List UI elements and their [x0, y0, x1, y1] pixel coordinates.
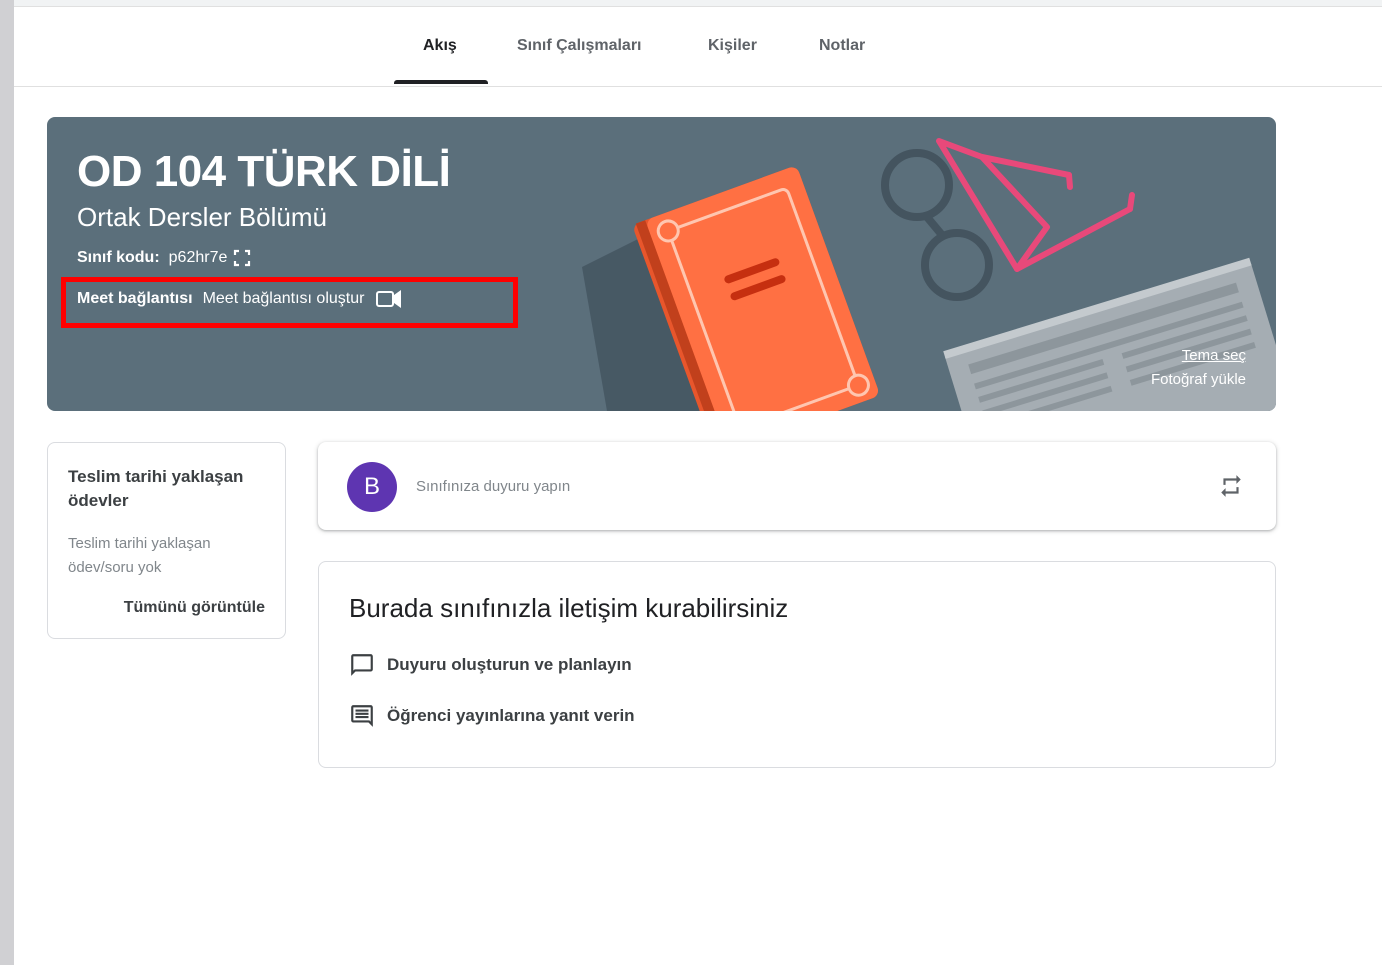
class-code-label: Sınıf kodu:	[77, 249, 160, 266]
upload-photo-link[interactable]: Fotoğraf yükle	[1151, 371, 1246, 388]
tab-bar: Akış Sınıf Çalışmaları Kişiler Notlar	[14, 7, 1382, 87]
tab-grades[interactable]: Notlar	[819, 37, 865, 55]
upcoming-empty-text: Teslim tarihi yaklaşan ödev/soru yok	[68, 535, 211, 576]
class-subtitle: Ortak Dersler Bölümü	[77, 202, 327, 232]
class-banner: OD 104 TÜRK DİLİ Ortak Dersler Bölümü Sı…	[47, 117, 1276, 411]
announcement-composer[interactable]: B Sınıfınıza duyuru yapın	[318, 442, 1276, 530]
tab-stream[interactable]: Akış	[423, 37, 457, 55]
comment-icon	[351, 705, 373, 727]
tab-people[interactable]: Kişiler	[708, 37, 757, 55]
active-tab-indicator	[394, 80, 488, 84]
info-item-label: Duyuru oluşturun ve planlayın	[387, 655, 632, 674]
fullscreen-icon[interactable]	[233, 249, 251, 267]
upcoming-title: Teslim tarihi yaklaşan ödevler	[68, 467, 244, 510]
info-card: Burada sınıfınızla iletişim kurabilirsin…	[318, 561, 1276, 768]
window-edge	[0, 0, 14, 965]
info-item-label: Öğrenci yayınlarına yanıt verin	[387, 706, 635, 725]
announcement-placeholder[interactable]: Sınıfınıza duyuru yapın	[416, 478, 570, 495]
announcement-icon	[351, 654, 373, 676]
tab-classwork[interactable]: Sınıf Çalışmaları	[517, 37, 642, 55]
class-code-value: p62hr7e	[168, 249, 228, 266]
highlight-box	[61, 277, 518, 328]
upcoming-work-card: Teslim tarihi yaklaşan ödevler Teslim ta…	[47, 442, 286, 639]
info-heading: Burada sınıfınızla iletişim kurabilirsin…	[349, 593, 789, 623]
info-item-announcement: Duyuru oluşturun ve planlayın	[349, 652, 632, 678]
select-theme-link[interactable]: Tema seç	[1182, 347, 1246, 364]
repost-icon[interactable]	[1218, 473, 1244, 499]
view-all-button[interactable]: Tümünü görüntüle	[124, 599, 265, 617]
class-code-row: Sınıf kodu: p62hr7e	[77, 249, 251, 267]
avatar: B	[347, 462, 397, 512]
class-title: OD 104 TÜRK DİLİ	[77, 147, 451, 196]
info-item-comment: Öğrenci yayınlarına yanıt verin	[349, 703, 635, 729]
top-bar	[14, 0, 1382, 7]
